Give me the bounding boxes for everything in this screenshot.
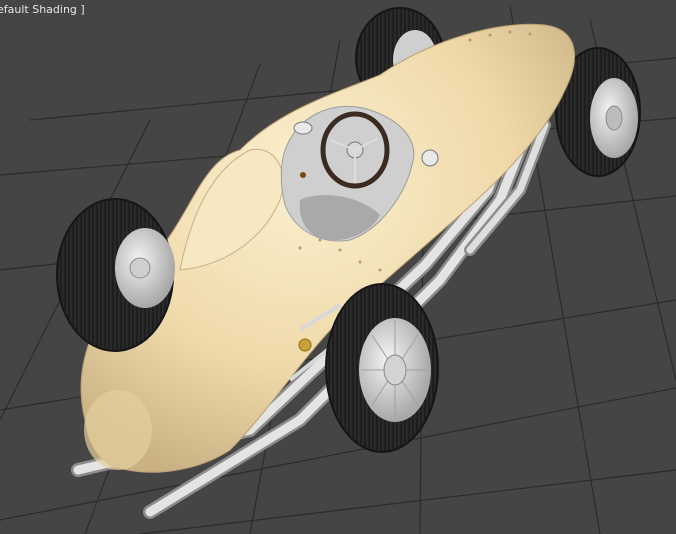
viewport-scene[interactable]: [0, 0, 676, 534]
front-left-wheel: [325, 283, 439, 453]
viewport-shading-label[interactable]: efault Shading ]: [0, 3, 85, 16]
front-right-wheel: [56, 198, 175, 352]
perspective-viewport[interactable]: efault Shading ]: [0, 0, 676, 534]
